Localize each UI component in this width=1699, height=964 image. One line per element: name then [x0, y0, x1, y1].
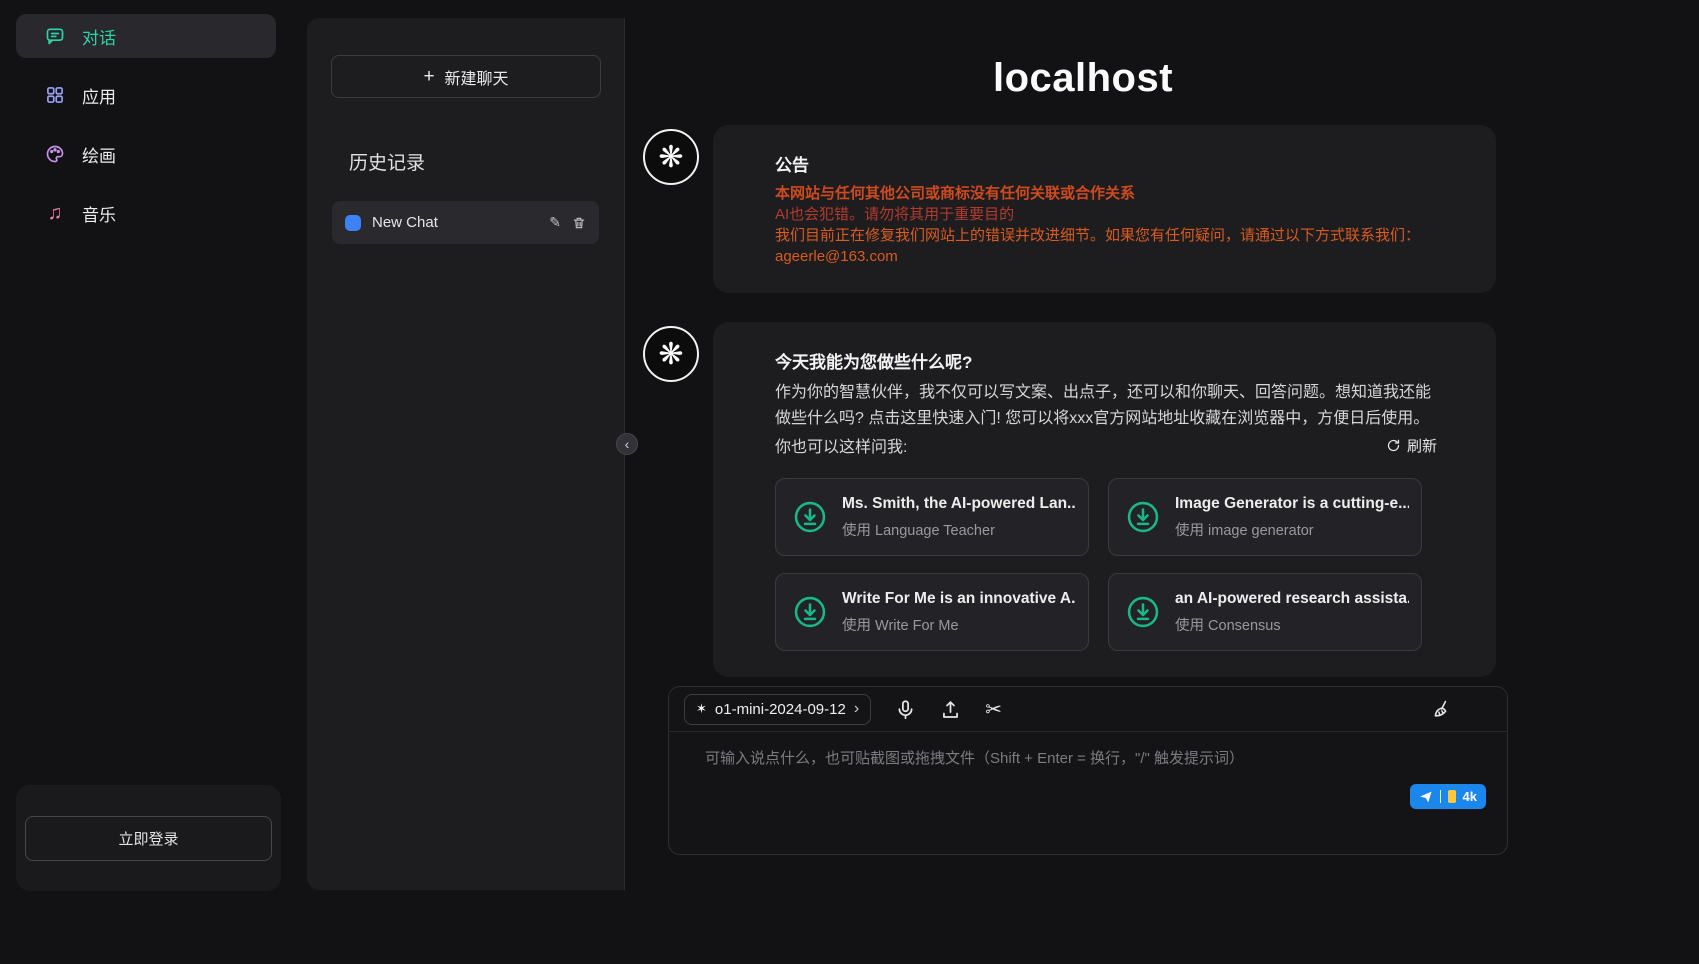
token-battery-icon	[1448, 790, 1456, 803]
sidebar-item-label: 对话	[82, 24, 116, 49]
model-selector[interactable]: ✶ o1-mini-2024-09-12 ›	[684, 694, 871, 725]
suggestion-subtitle: 使用 Language Teacher	[842, 519, 1076, 540]
chat-history-panel: + 新建聊天 历史记录 New Chat ✎	[307, 18, 625, 890]
welcome-body: 作为你的智慧伙伴，我不仅可以写文案、出点子，还可以和你聊天、回答问题。想知道我还…	[775, 380, 1437, 432]
upload-button[interactable]	[940, 699, 961, 720]
clear-broom-button[interactable]	[1431, 699, 1452, 720]
token-count: 4k	[1463, 789, 1477, 804]
sidebar-item-label: 音乐	[82, 201, 116, 226]
sparkle-icon: ✶	[696, 701, 707, 717]
sidebar-item-music[interactable]: ♫ 音乐	[16, 191, 276, 235]
announcement-warning: AI也会犯错。请勿将其用于重要目的	[775, 204, 1434, 225]
welcome-heading: 今天我能为您做些什么呢?	[775, 348, 1434, 373]
chat-color-swatch-icon	[345, 215, 361, 231]
message-announcement: ❋ 公告 本网站与任何其他公司或商标没有任何关联或合作关系 AI也会犯错。请勿将…	[643, 125, 1496, 293]
download-circle-icon	[1125, 499, 1161, 535]
edit-chat-icon[interactable]: ✎	[549, 214, 561, 231]
chevron-right-icon: ›	[854, 700, 859, 718]
announcement-disclaimer: 本网站与任何其他公司或商标没有任何关联或合作关系	[775, 183, 1434, 204]
divider	[1440, 790, 1441, 803]
suggestion-subtitle: 使用 Write For Me	[842, 614, 1076, 635]
announcement-card: 公告 本网站与任何其他公司或商标没有任何关联或合作关系 AI也会犯错。请勿将其用…	[713, 125, 1496, 293]
model-name: o1-mini-2024-09-12	[715, 701, 846, 718]
sidebar-item-apps[interactable]: 应用	[16, 73, 276, 117]
send-button[interactable]: 4k	[1410, 784, 1486, 809]
refresh-icon	[1386, 438, 1401, 453]
collapse-panel-button[interactable]: ‹	[616, 433, 638, 455]
assistant-avatar: ❋	[643, 129, 699, 185]
assistant-avatar: ❋	[643, 326, 699, 382]
new-chat-label: 新建聊天	[445, 65, 509, 89]
history-section-title: 历史记录	[349, 148, 624, 175]
suggestion-title: Ms. Smith, the AI-powered Lan...	[842, 495, 1076, 513]
suggestion-title: Image Generator is a cutting-e...	[1175, 495, 1409, 513]
paper-plane-icon	[1419, 790, 1433, 804]
suggestion-card[interactable]: an AI-powered research assista... 使用 Con…	[1108, 573, 1422, 651]
chat-item-title: New Chat	[372, 214, 538, 231]
chat-bubble-icon	[44, 25, 66, 47]
chat-main-area: localhost ❋ 公告 本网站与任何其他公司或商标没有任何关联或合作关系 …	[626, 18, 1540, 890]
delete-chat-icon[interactable]	[572, 216, 586, 230]
message-welcome: ❋ 今天我能为您做些什么呢? 作为你的智慧伙伴，我不仅可以写文案、出点子，还可以…	[643, 322, 1496, 677]
download-circle-icon	[792, 499, 828, 535]
suggestion-card[interactable]: Ms. Smith, the AI-powered Lan... 使用 Lang…	[775, 478, 1089, 556]
message-input[interactable]	[669, 732, 1507, 850]
suggestion-title: Write For Me is an innovative A...	[842, 590, 1076, 608]
contact-email-link[interactable]: ageerle@163.com	[775, 246, 1434, 267]
download-circle-icon	[1125, 594, 1161, 630]
suggestion-grid: Ms. Smith, the AI-powered Lan... 使用 Lang…	[775, 478, 1434, 651]
palette-icon	[44, 143, 66, 165]
scissors-button[interactable]: ✂	[985, 697, 1002, 722]
suggestion-subtitle: 使用 image generator	[1175, 519, 1409, 540]
sidebar-item-label: 应用	[82, 83, 116, 108]
ask-hint: 你也可以这样问我:	[775, 433, 907, 457]
suggestion-card[interactable]: Write For Me is an innovative A... 使用 Wr…	[775, 573, 1089, 651]
microphone-button[interactable]	[895, 699, 916, 720]
suggestion-title: an AI-powered research assista...	[1175, 590, 1409, 608]
sidebar-item-drawing[interactable]: 绘画	[16, 132, 276, 176]
plus-icon: +	[423, 66, 434, 88]
page-title: localhost	[626, 56, 1540, 101]
announcement-heading: 公告	[775, 151, 1434, 176]
sidebar: 对话 应用 绘画 ♫ 音乐 立即登录	[0, 0, 292, 964]
music-note-icon: ♫	[44, 202, 66, 224]
apps-grid-icon	[44, 84, 66, 106]
refresh-suggestions-button[interactable]: 刷新	[1386, 435, 1437, 456]
login-button[interactable]: 立即登录	[25, 816, 272, 861]
sidebar-item-label: 绘画	[82, 142, 116, 167]
welcome-card: 今天我能为您做些什么呢? 作为你的智慧伙伴，我不仅可以写文案、出点子，还可以和你…	[713, 322, 1496, 677]
sidebar-item-chat[interactable]: 对话	[16, 14, 276, 58]
login-panel: 立即登录	[16, 785, 281, 891]
composer-toolbar: ✶ o1-mini-2024-09-12 › ✂	[669, 687, 1507, 732]
download-circle-icon	[792, 594, 828, 630]
chat-list-item[interactable]: New Chat ✎	[332, 201, 599, 244]
suggestion-subtitle: 使用 Consensus	[1175, 614, 1409, 635]
message-composer: ✶ o1-mini-2024-09-12 › ✂	[668, 686, 1508, 855]
announcement-notice: 我们目前正在修复我们网站上的错误并改进细节。如果您有任何疑问，请通过以下方式联系…	[775, 225, 1434, 246]
suggestion-card[interactable]: Image Generator is a cutting-e... 使用 ima…	[1108, 478, 1422, 556]
new-chat-button[interactable]: + 新建聊天	[331, 55, 601, 98]
